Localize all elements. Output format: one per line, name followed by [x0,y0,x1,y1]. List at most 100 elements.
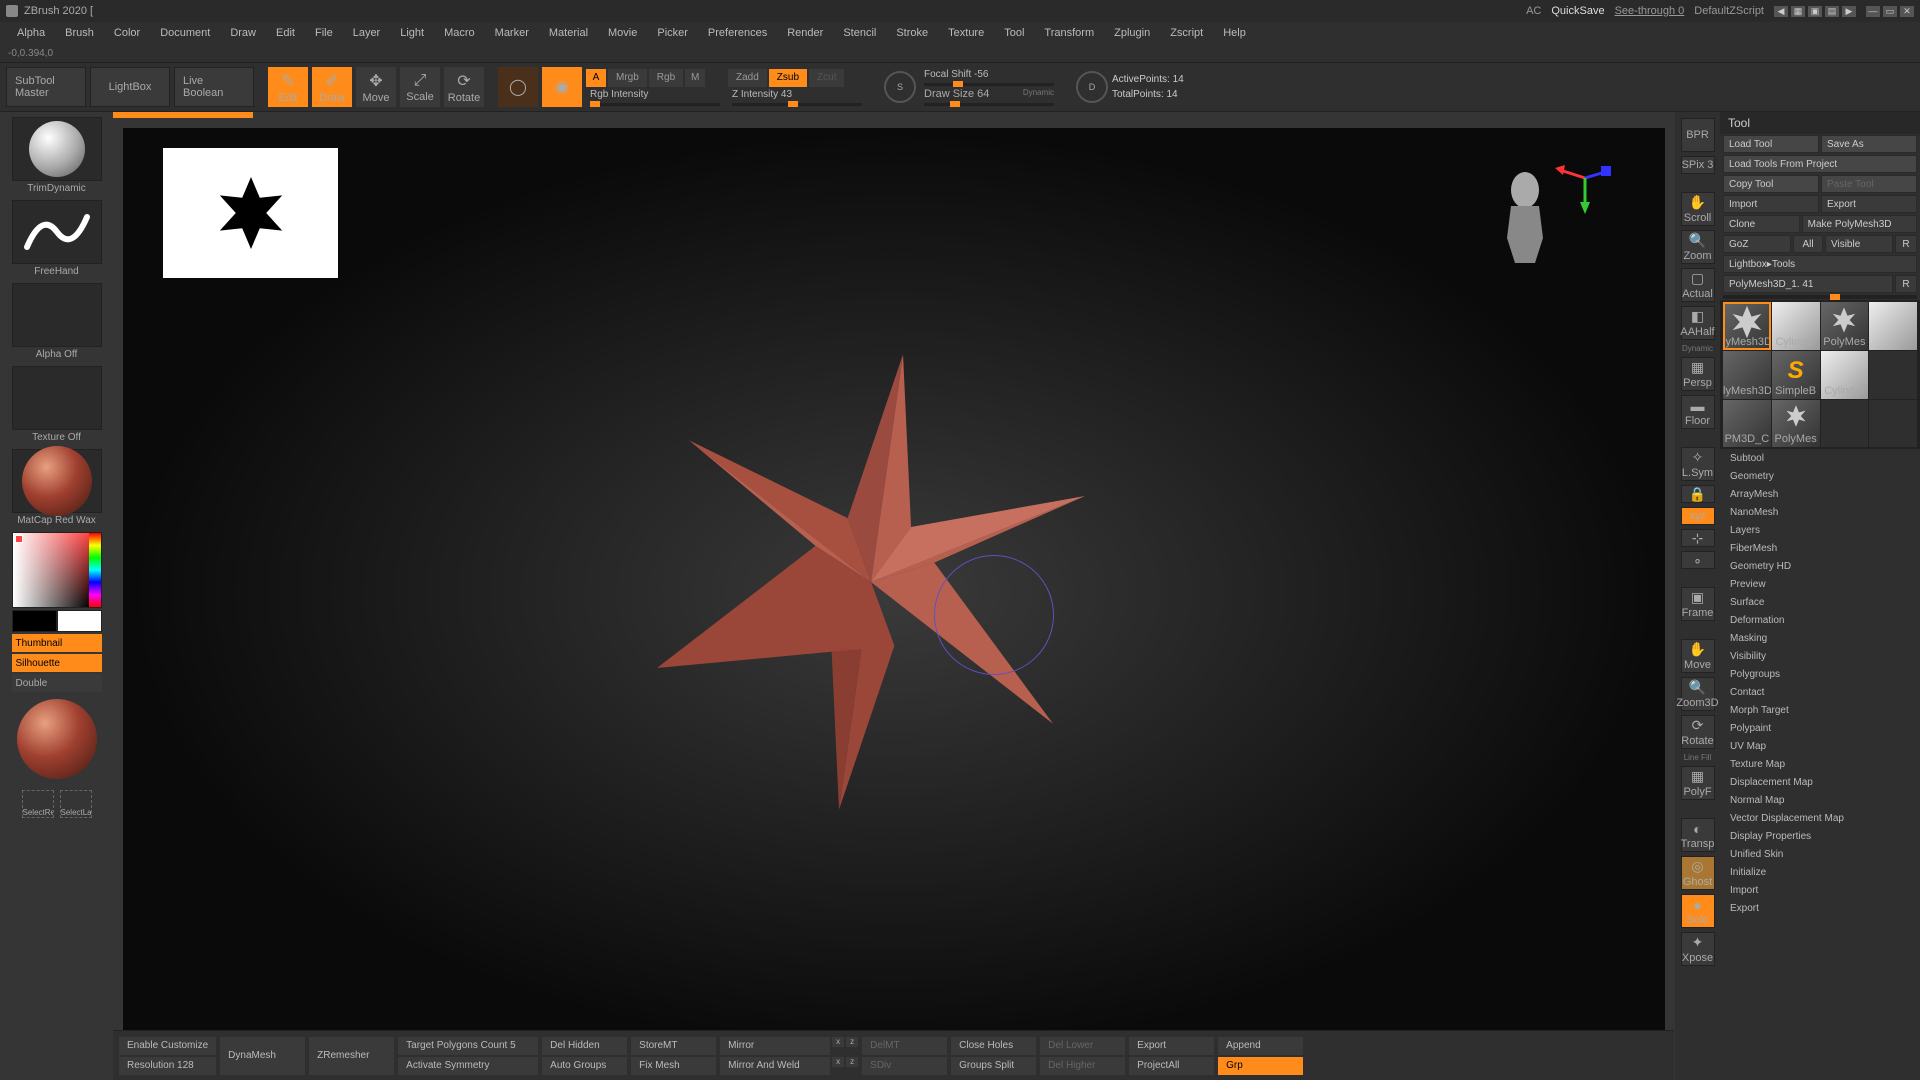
tool-item[interactable]: Cylinder [1821,351,1869,399]
section-polygroups[interactable]: Polygroups [1720,665,1920,683]
lock-button[interactable]: 🔒 [1681,485,1715,503]
dynamesh-button[interactable]: DynaMesh [220,1037,305,1075]
zsub-button[interactable]: Zsub [769,69,807,87]
draw-size-slider[interactable] [924,103,1054,106]
ghost-button[interactable]: ◎Ghost [1681,856,1715,890]
texture-selector[interactable] [12,366,102,430]
menu-edit[interactable]: Edit [267,27,304,39]
menu-color[interactable]: Color [105,27,149,39]
spix-slider[interactable]: SPix 3 [1681,156,1715,174]
anchor-icon[interactable]: ▤ [1825,6,1839,17]
m-channel-button[interactable]: M [685,69,705,87]
edit-mode-button[interactable]: ✎Edit [268,67,308,107]
menu-help[interactable]: Help [1214,27,1255,39]
axis-gizmo-icon[interactable] [1555,158,1615,218]
tool-item[interactable]: PolyMesh3D_1 [1723,351,1771,399]
section-subtool[interactable]: Subtool [1720,449,1920,467]
menu-anchor-icons[interactable]: ◀ ▦ ▣ ▤ ▶ [1774,6,1856,17]
groups-split-button[interactable]: Groups Split [951,1057,1036,1075]
color-picker[interactable] [12,532,102,608]
section-visibility[interactable]: Visibility [1720,647,1920,665]
tool-item[interactable]: SSimpleB [1772,351,1820,399]
append-button[interactable]: Append [1218,1037,1303,1055]
menu-document[interactable]: Document [151,27,219,39]
menu-light[interactable]: Light [391,27,433,39]
section-export[interactable]: Export [1720,899,1920,917]
transp-button[interactable]: ◐Transp [1681,818,1715,852]
load-from-project-button[interactable]: Load Tools From Project [1723,155,1917,173]
lightbox-button[interactable]: LightBox [90,67,170,107]
select-lasso-button[interactable]: SelectLasso [60,790,92,818]
auto-groups-button[interactable]: Auto Groups [542,1057,627,1075]
section-nanomesh[interactable]: NanoMesh [1720,503,1920,521]
save-as-button[interactable]: Save As [1821,135,1917,153]
brush-selector[interactable] [12,117,102,181]
xpose-button[interactable]: ✦Xpose [1681,932,1715,966]
menu-stencil[interactable]: Stencil [834,27,885,39]
menu-material[interactable]: Material [540,27,597,39]
solo-button[interactable]: ●Solo [1681,894,1715,928]
section-preview[interactable]: Preview [1720,575,1920,593]
export-button[interactable]: Export [1821,195,1917,213]
goz-r-button[interactable]: R [1895,235,1917,253]
section-masking[interactable]: Masking [1720,629,1920,647]
viewport[interactable] [123,128,1665,1056]
menu-texture[interactable]: Texture [939,27,993,39]
load-tool-button[interactable]: Load Tool [1723,135,1819,153]
tool-r-button[interactable]: R [1895,275,1917,293]
storemt-button[interactable]: StoreMT [631,1037,716,1055]
tool-item[interactable]: PM3D_C [1723,400,1771,448]
section-surface[interactable]: Surface [1720,593,1920,611]
section-fibermesh[interactable]: FiberMesh [1720,539,1920,557]
section-polypaint[interactable]: Polypaint [1720,719,1920,737]
tool-item[interactable]: PolyMes [1772,400,1820,448]
tool-slider-thumb[interactable] [1830,294,1840,300]
minimize-icon[interactable]: — [1866,6,1880,17]
zoom-button[interactable]: 🔍Zoom [1681,230,1715,264]
pf-button[interactable]: ⊹ [1681,529,1715,547]
section-initialize[interactable]: Initialize [1720,863,1920,881]
current-tool-label[interactable]: PolyMesh3D_1. 41 [1723,275,1893,293]
rotate-view-button[interactable]: ⟳Rotate [1681,715,1715,749]
menu-tool[interactable]: Tool [995,27,1033,39]
frame-button[interactable]: ▣Frame [1681,587,1715,621]
section-arraymesh[interactable]: ArrayMesh [1720,485,1920,503]
section-displacement[interactable]: Displacement Map [1720,773,1920,791]
section-normalmap[interactable]: Normal Map [1720,791,1920,809]
tool-item[interactable]: PolyMes [1821,302,1869,350]
section-uvmap[interactable]: UV Map [1720,737,1920,755]
menu-file[interactable]: File [306,27,342,39]
persp-button[interactable]: ▦Persp [1681,357,1715,391]
section-displayprops[interactable]: Display Properties [1720,827,1920,845]
draw-mode-button[interactable]: ✐Draw [312,67,352,107]
target-polygons-slider[interactable]: Target Polygons Count 5 [398,1037,538,1055]
section-import[interactable]: Import [1720,881,1920,899]
menu-render[interactable]: Render [778,27,832,39]
secondary-color-swatch[interactable] [12,610,57,632]
tool-item[interactable]: PolyMesh3D_1 [1723,302,1771,350]
menu-movie[interactable]: Movie [599,27,646,39]
silhouette-toggle[interactable]: Silhouette [12,654,102,672]
bpr-button[interactable]: BPR [1681,118,1715,152]
tool-item[interactable] [1869,302,1917,350]
section-unifiedskin[interactable]: Unified Skin [1720,845,1920,863]
menu-draw[interactable]: Draw [221,27,265,39]
focal-shift-dial[interactable]: S [884,71,916,103]
menu-picker[interactable]: Picker [648,27,697,39]
section-geometry[interactable]: Geometry [1720,467,1920,485]
close-holes-button[interactable]: Close Holes [951,1037,1036,1055]
primary-color-swatch[interactable] [57,610,102,632]
import-button[interactable]: Import [1723,195,1819,213]
tool-panel-header[interactable]: Tool [1720,112,1920,134]
menu-transform[interactable]: Transform [1035,27,1103,39]
double-toggle[interactable]: Double [12,674,102,692]
lightbox-tools-button[interactable]: Lightbox▸Tools [1723,255,1917,273]
material-selector[interactable] [12,449,102,513]
menu-zscript[interactable]: Zscript [1161,27,1212,39]
tool-item[interactable]: Cylinder [1772,302,1820,350]
z-intensity-slider[interactable] [732,103,862,106]
menu-layer[interactable]: Layer [344,27,390,39]
liveboolean-button[interactable]: Live Boolean [174,67,254,107]
paste-tool-button[interactable]: Paste Tool [1821,175,1917,193]
del-hidden-button[interactable]: Del Hidden [542,1037,627,1055]
